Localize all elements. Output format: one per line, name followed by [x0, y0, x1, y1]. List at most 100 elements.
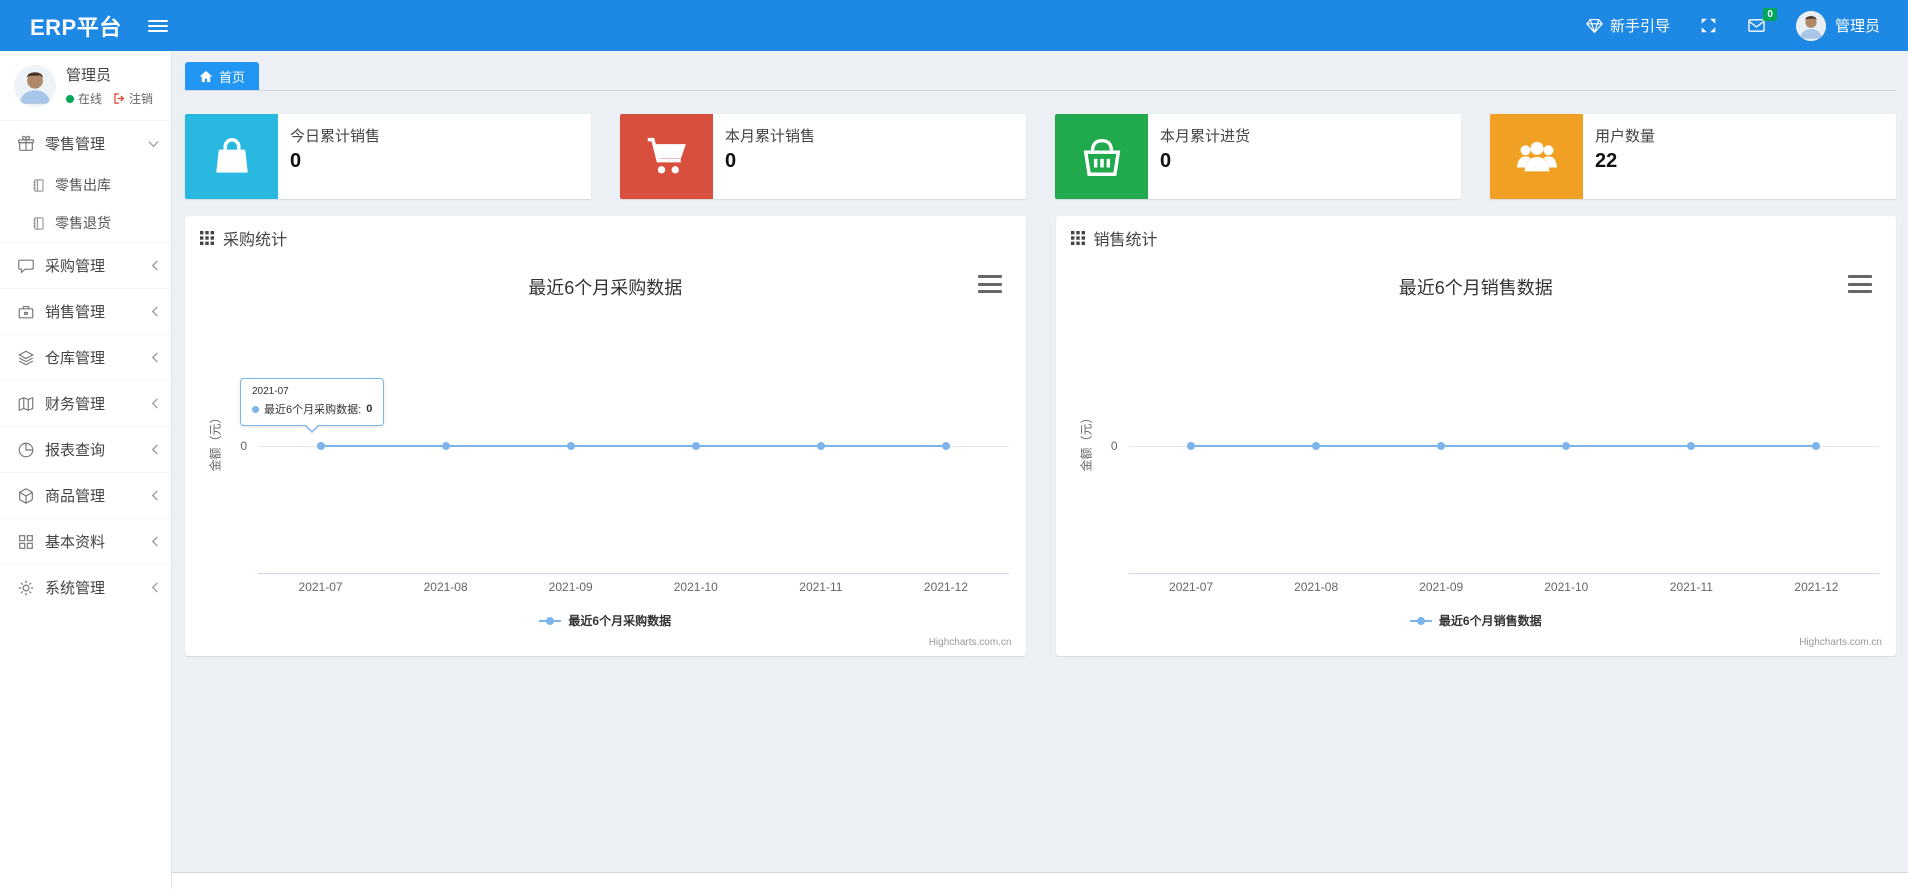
stat-card-value: 0 — [1160, 150, 1172, 172]
x-axis-tick-label: 2021-11 — [799, 580, 843, 594]
highcharts-credit-link[interactable]: Highcharts.com.cn — [1799, 637, 1882, 648]
chevron-left-icon — [151, 398, 159, 409]
data-point-marker[interactable] — [316, 442, 325, 450]
logout-label: 注销 — [129, 92, 154, 106]
users-icon — [1514, 134, 1560, 180]
charts-row: 采购统计 最近6个月采购数据 金额（元） 0 2021-07 最近6个月采购数据… — [185, 216, 1896, 656]
series-line — [320, 445, 946, 447]
sidebar-submenu-retail: 零售出库 零售退货 — [0, 166, 171, 242]
chevron-left-icon — [151, 352, 159, 363]
sidebar-toggle-button[interactable] — [147, 19, 168, 32]
gear-icon — [18, 580, 34, 595]
data-point-marker[interactable] — [1437, 442, 1446, 450]
sidebar-user-panel: 管理员 在线 注销 — [0, 51, 171, 120]
x-axis-labels: 2021-07 2021-08 2021-09 2021-10 2021-11 … — [1129, 580, 1880, 594]
sidebar-item-purchase[interactable]: 采购管理 — [0, 242, 171, 288]
sidebar-subitem-label: 零售出库 — [55, 177, 111, 193]
stat-card-today-sales: 今日累计销售 0 — [185, 114, 591, 199]
sidebar-item-products[interactable]: 商品管理 — [0, 472, 171, 518]
x-axis-tick-label: 2021-07 — [1169, 580, 1214, 594]
data-point-marker[interactable] — [816, 442, 825, 450]
sidebar-item-warehouse[interactable]: 仓库管理 — [0, 334, 171, 380]
sidebar-item-finance[interactable]: 财务管理 — [0, 380, 171, 426]
legend-item[interactable]: 最近6个月采购数据 — [185, 612, 1026, 629]
sidebar-item-retail-outbound[interactable]: 零售出库 — [0, 166, 171, 204]
data-point-marker[interactable] — [566, 442, 575, 450]
chart-context-menu-button[interactable] — [977, 274, 1002, 294]
legend-item[interactable]: 最近6个月销售数据 — [1056, 612, 1897, 629]
data-point-marker[interactable] — [1187, 442, 1196, 450]
grid-icon — [1070, 231, 1085, 245]
sidebar-item-label: 销售管理 — [45, 304, 106, 321]
tab-home[interactable]: 首页 — [185, 62, 260, 90]
stat-card-month-purchase: 本月累计进货 0 — [1055, 114, 1461, 199]
data-point-marker[interactable] — [441, 442, 450, 450]
x-axis-tick-label: 2021-10 — [1544, 580, 1589, 594]
sidebar-item-retail[interactable]: 零售管理 — [0, 120, 171, 166]
data-point-marker[interactable] — [1812, 442, 1821, 450]
home-icon — [199, 70, 213, 83]
plot-area — [258, 308, 1009, 574]
top-navbar: ERP平台 新手引导 0 管理员 — [0, 0, 1908, 51]
sidebar-item-sales[interactable]: 销售管理 — [0, 288, 171, 334]
x-axis-tick-label: 2021-12 — [1794, 580, 1839, 594]
data-point-marker[interactable] — [1687, 442, 1696, 450]
x-axis-tick-label: 2021-08 — [1294, 580, 1339, 594]
avatar — [1795, 10, 1826, 41]
chart-title: 最近6个月销售数据 — [1398, 278, 1553, 298]
guide-label: 新手引导 — [1609, 18, 1670, 35]
sidebar-item-label: 报表查询 — [45, 442, 106, 459]
data-point-marker[interactable] — [691, 442, 700, 450]
stat-card-label: 本月累计销售 — [725, 128, 816, 145]
fullscreen-button[interactable] — [1700, 17, 1717, 34]
shopping-bag-icon — [210, 135, 254, 179]
journal-icon — [33, 216, 44, 230]
user-menu[interactable]: 管理员 — [1795, 10, 1880, 41]
pie-chart-icon — [18, 442, 34, 457]
sidebar-item-retail-return[interactable]: 零售退货 — [0, 204, 171, 242]
messages-button[interactable]: 0 — [1747, 8, 1777, 34]
data-point-marker[interactable] — [1562, 442, 1571, 450]
logout-link[interactable]: 注销 — [113, 90, 153, 107]
sidebar-item-system[interactable]: 系统管理 — [0, 564, 171, 610]
stat-card-user-count: 用户数量 22 — [1490, 114, 1896, 199]
data-point-marker[interactable] — [1312, 442, 1321, 450]
legend-label: 最近6个月采购数据 — [568, 614, 672, 628]
sidebar-item-label: 商品管理 — [45, 488, 106, 505]
sidebar-subitem-label: 零售退货 — [55, 215, 111, 231]
journal-icon — [33, 178, 44, 192]
user-name-label: 管理员 — [1834, 18, 1880, 35]
sidebar-item-reports[interactable]: 报表查询 — [0, 426, 171, 472]
stat-card-value: 0 — [725, 150, 737, 172]
purchase-chart: 最近6个月采购数据 金额（元） 0 2021-07 最近6个月采购数据: 0 2… — [185, 260, 1026, 656]
sidebar-item-basic-data[interactable]: 基本资料 — [0, 518, 171, 564]
chart-context-menu-button[interactable] — [1848, 274, 1872, 294]
grid-icon — [200, 231, 214, 245]
purchase-stats-panel: 采购统计 最近6个月采购数据 金额（元） 0 2021-07 最近6个月采购数据… — [185, 216, 1026, 656]
sidebar: 管理员 在线 注销 零售管理 零售出库 零售退货 采购管理 销售管理 仓库管理 … — [0, 51, 172, 889]
app-brand[interactable]: ERP平台 — [0, 10, 142, 42]
chevron-left-icon — [151, 260, 159, 271]
stat-card-value: 0 — [290, 150, 302, 172]
sidebar-user-name: 管理员 — [66, 67, 112, 84]
data-point-marker[interactable] — [941, 442, 950, 450]
stat-card-value: 22 — [1595, 150, 1618, 172]
guide-link[interactable]: 新手引导 — [1586, 15, 1670, 36]
sidebar-item-label: 财务管理 — [45, 396, 106, 413]
highcharts-credit-link[interactable]: Highcharts.com.cn — [929, 637, 1012, 648]
layers-icon — [18, 350, 34, 365]
grid-icon — [19, 534, 33, 549]
stat-card-month-sales: 本月累计销售 0 — [620, 114, 1026, 199]
tooltip-header: 2021-07 — [252, 386, 289, 397]
x-axis-tick-label: 2021-09 — [548, 580, 593, 594]
chevron-left-icon — [151, 490, 159, 501]
x-axis-tick-label: 2021-12 — [923, 580, 968, 594]
footer — [172, 872, 1908, 889]
panel-title: 销售统计 — [1093, 232, 1158, 249]
y-axis-title: 金额（元） — [1079, 410, 1094, 472]
tooltip-series-label: 最近6个月采购数据: — [264, 404, 362, 416]
sidebar-item-label: 基本资料 — [45, 534, 106, 551]
message-count-badge: 0 — [1763, 8, 1777, 21]
sales-chart: 最近6个月销售数据 金额（元） 0 2021-07 2021-08 2021-0… — [1056, 260, 1897, 656]
tooltip-value: 0 — [366, 403, 373, 415]
